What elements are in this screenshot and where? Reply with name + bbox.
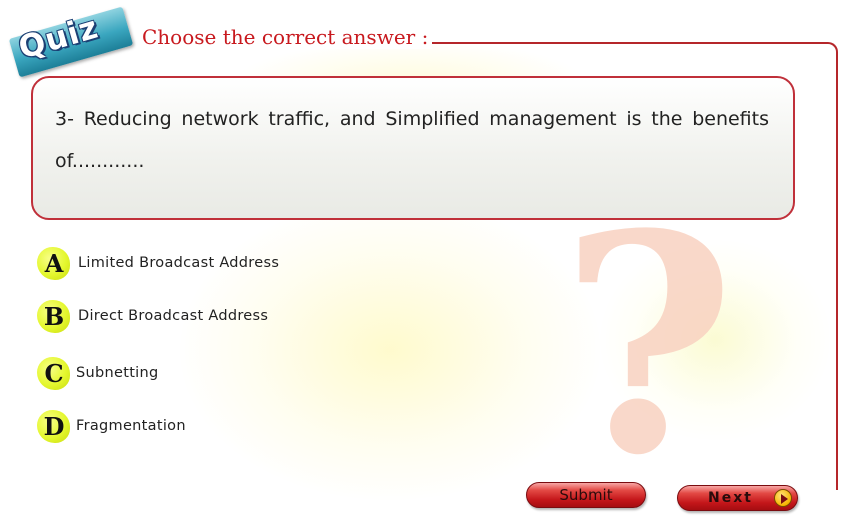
answer-option-d[interactable]: D Fragmentation	[34, 406, 186, 446]
frame-right-border	[824, 42, 838, 490]
play-arrow-icon	[774, 489, 792, 507]
question-panel: 3- Reducing network traffic, and Simplif…	[31, 76, 795, 220]
option-a-letter: A	[44, 249, 64, 278]
header-divider	[428, 42, 826, 44]
option-b-letter: B	[43, 302, 65, 331]
option-a-badge[interactable]: A	[34, 243, 74, 283]
question-mark-decoration: ?	[560, 168, 736, 521]
option-c-badge[interactable]: C	[34, 353, 74, 393]
option-c-letter: C	[44, 359, 64, 388]
question-text: 3- Reducing network traffic, and Simplif…	[55, 108, 769, 172]
quiz-logo: Quiz	[8, 6, 134, 78]
option-d-badge[interactable]: D	[34, 406, 74, 446]
option-b-label: Direct Broadcast Address	[78, 308, 269, 324]
answer-option-c[interactable]: C Subnetting	[34, 353, 159, 393]
answer-option-a[interactable]: A Limited Broadcast Address	[34, 243, 279, 283]
option-b-badge[interactable]: B	[34, 296, 74, 336]
option-d-label: Fragmentation	[76, 418, 186, 434]
option-a-label: Limited Broadcast Address	[78, 255, 280, 271]
page-title: Choose the correct answer :	[142, 25, 433, 49]
submit-button[interactable]: Submit	[526, 482, 646, 508]
option-c-label: Subnetting	[76, 365, 159, 381]
answer-option-b[interactable]: B Direct Broadcast Address	[34, 296, 268, 336]
next-button-label: Next	[708, 490, 753, 506]
submit-button-label: Submit	[559, 486, 613, 504]
option-d-letter: D	[43, 412, 65, 441]
next-button[interactable]: Next	[677, 485, 798, 511]
